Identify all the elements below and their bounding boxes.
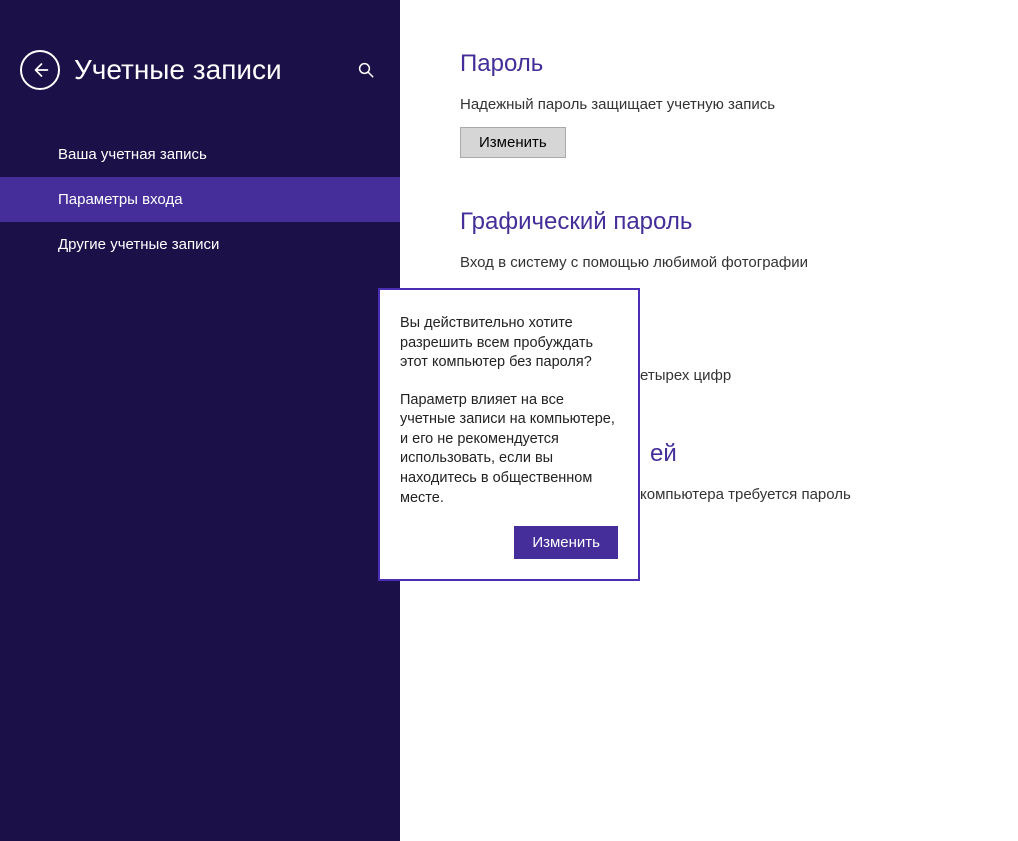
dialog-confirm-button[interactable]: Изменить	[514, 526, 618, 559]
search-button[interactable]	[352, 56, 380, 84]
change-password-button[interactable]: Изменить	[460, 127, 566, 158]
section-title-password: Пароль	[460, 50, 978, 78]
search-icon	[357, 61, 375, 79]
section-desc-picture: Вход в систему с помощью любимой фотогра…	[460, 254, 978, 271]
sidebar: Учетные записи Ваша учетная запись Парам…	[0, 0, 400, 841]
dialog-text-warning: Параметр влияет на все учетные записи на…	[400, 391, 618, 508]
sidebar-item-label: Параметры входа	[58, 191, 183, 208]
section-title-picture: Графический пароль	[460, 208, 978, 236]
dialog-actions: Изменить	[400, 526, 618, 559]
sidebar-items: Ваша учетная запись Параметры входа Друг…	[0, 132, 400, 267]
sidebar-item-your-account[interactable]: Ваша учетная запись	[0, 132, 400, 177]
section-picture-password: Графический пароль Вход в систему с помо…	[460, 208, 978, 271]
confirm-dialog: Вы действительно хотите разрешить всем п…	[378, 288, 640, 581]
sidebar-item-other-accounts[interactable]: Другие учетные записи	[0, 222, 400, 267]
sidebar-item-signin-options[interactable]: Параметры входа	[0, 177, 400, 222]
page-title: Учетные записи	[74, 54, 352, 86]
section-password: Пароль Надежный пароль защищает учетную …	[460, 50, 978, 158]
sidebar-item-label: Ваша учетная запись	[58, 146, 207, 163]
sidebar-item-label: Другие учетные записи	[58, 236, 219, 253]
back-button[interactable]	[20, 50, 60, 90]
section-desc-password: Надежный пароль защищает учетную запись	[460, 96, 978, 113]
sidebar-header: Учетные записи	[0, 0, 400, 120]
arrow-left-icon	[31, 61, 49, 79]
dialog-text-question: Вы действительно хотите разрешить всем п…	[400, 314, 618, 373]
